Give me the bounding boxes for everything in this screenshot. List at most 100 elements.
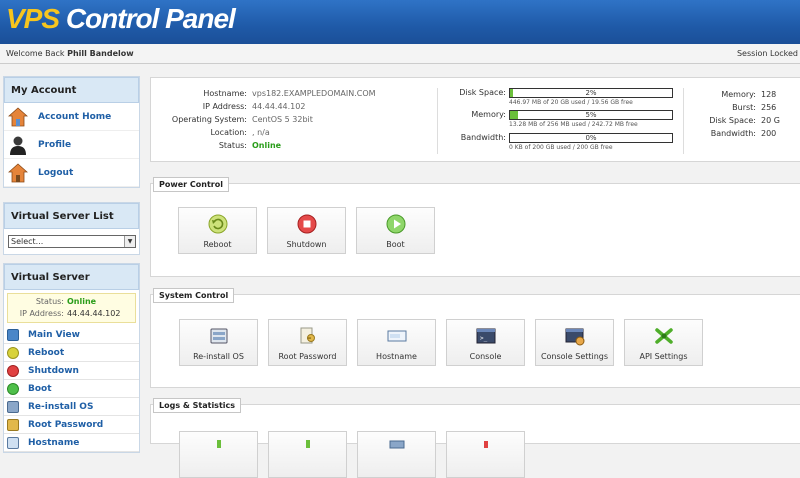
logout-icon: [7, 162, 29, 183]
console-settings-button[interactable]: Console Settings: [535, 319, 614, 366]
reboot-label: Reboot: [28, 347, 65, 358]
sidebar-item-profile[interactable]: Profile: [4, 131, 139, 159]
res-bandwidth-key: Bandwidth:: [710, 129, 756, 138]
reboot-tile-label: Reboot: [203, 240, 232, 249]
vs-ip-label: IP Address:: [19, 309, 64, 318]
api-settings-tile-label: API Settings: [639, 352, 688, 361]
server-select-value: Select...: [11, 237, 44, 246]
chart-icon: [476, 438, 496, 458]
bandwidth-label: Bandwidth:: [460, 133, 506, 142]
user-icon: [8, 135, 28, 155]
sidebar-item-hostname[interactable]: Hostname: [4, 434, 139, 452]
sidebar-item-reboot[interactable]: Reboot: [4, 344, 139, 362]
api-settings-button[interactable]: API Settings: [624, 319, 703, 366]
ip-row: IP Address: 44.44.44.102: [151, 102, 306, 111]
reboot-icon: [208, 214, 228, 234]
server-list-box: Virtual Server List Select... ▼: [3, 202, 140, 255]
api-icon: [654, 326, 674, 346]
logs-tile[interactable]: [357, 431, 436, 478]
hostname-icon: [387, 326, 407, 346]
virtual-server-heading: Virtual Server: [4, 264, 139, 290]
sidebar-item-root-password[interactable]: Root Password: [4, 416, 139, 434]
main-view-label: Main View: [28, 329, 80, 340]
sidebar-item-main-view[interactable]: Main View: [4, 326, 139, 344]
account-home-label: Account Home: [38, 111, 112, 122]
disk-space-detail: 446.97 MB of 20 GB used / 19.56 GB free: [509, 99, 633, 106]
hostname-row: Hostname: vps182.EXAMPLEDOMAIN.COM: [151, 89, 376, 98]
reboot-icon: [7, 346, 19, 359]
logs-tile[interactable]: [268, 431, 347, 478]
chevron-down-icon[interactable]: ▼: [124, 236, 135, 247]
vs-ip-value: 44.44.44.102: [67, 309, 121, 318]
boot-button[interactable]: Boot: [356, 207, 435, 254]
server-info-panel: Hostname: vps182.EXAMPLEDOMAIN.COM IP Add…: [150, 77, 800, 162]
server-select-wrap: Select... ▼: [4, 229, 139, 254]
disk-space-bar: 2%: [509, 88, 673, 98]
welcome-text: Welcome Back Phill Bandelow: [6, 49, 134, 58]
res-bandwidth-value: 200: [761, 129, 777, 138]
power-control-title: Power Control: [153, 177, 229, 192]
shutdown-tile-label: Shutdown: [286, 240, 327, 249]
sidebar-item-account-home[interactable]: Account Home: [4, 103, 139, 131]
system-control-section: System Control Re-install OS Root Passwo…: [150, 288, 800, 388]
stop-icon: [297, 214, 317, 234]
server-select[interactable]: Select... ▼: [8, 235, 136, 248]
console-settings-icon: [565, 326, 585, 346]
res-disk-value: 20 G: [761, 116, 780, 125]
sidebar-item-shutdown[interactable]: Shutdown: [4, 362, 139, 380]
sidebar-item-boot[interactable]: Boot: [4, 380, 139, 398]
res-burst-row: Burst: 256: [706, 103, 776, 112]
reinstall-os-label: Re-install OS: [28, 401, 94, 412]
os-key: Operating System:: [171, 115, 247, 124]
root-password-tile-label: Root Password: [278, 352, 337, 361]
vs-status-label: Status:: [35, 297, 64, 306]
my-account-heading: My Account: [4, 77, 139, 103]
logs-tile[interactable]: [446, 431, 525, 478]
reboot-button[interactable]: Reboot: [178, 207, 257, 254]
hostname-value: vps182.EXAMPLEDOMAIN.COM: [252, 89, 376, 98]
location-row: Location: , n/a: [151, 128, 270, 137]
console-settings-tile-label: Console Settings: [540, 352, 609, 361]
hostname-label: Hostname: [28, 437, 80, 448]
memory-percent: 5%: [585, 111, 597, 119]
status-value: Online: [252, 141, 282, 150]
divider: [683, 88, 684, 154]
root-password-button[interactable]: Root Password: [268, 319, 347, 366]
console-button[interactable]: >_ Console: [446, 319, 525, 366]
reinstall-os-button[interactable]: Re-install OS: [179, 319, 258, 366]
sidebar: My Account Account Home Profile Logout V…: [3, 76, 140, 453]
virtual-server-box: Virtual Server Status: Online IP Address:…: [3, 263, 140, 453]
res-memory-row: Memory: 128: [706, 90, 776, 99]
os-value: CentOS 5 32bit: [252, 115, 313, 124]
app-logo[interactable]: VPS Control Panel: [6, 3, 236, 35]
res-memory-value: 128: [761, 90, 777, 99]
house-icon: [7, 106, 29, 127]
hostname-icon: [7, 436, 19, 449]
sidebar-item-reinstall-os[interactable]: Re-install OS: [4, 398, 139, 416]
vs-status-value: Online: [67, 297, 97, 306]
hostname-key: Hostname:: [203, 89, 247, 98]
status-key: Status:: [218, 141, 247, 150]
reinstall-os-tile-label: Re-install OS: [193, 352, 244, 361]
play-icon: [386, 214, 406, 234]
key-icon: [7, 418, 19, 431]
console-tile-label: Console: [469, 352, 502, 361]
sidebar-item-logout[interactable]: Logout: [4, 159, 139, 187]
location-value: , n/a: [252, 128, 270, 137]
window-icon: [7, 328, 19, 341]
logs-tile[interactable]: [179, 431, 258, 478]
welcome-bar: Welcome Back Phill Bandelow Session Lock…: [0, 44, 800, 64]
os-row: Operating System: CentOS 5 32bit: [151, 115, 313, 124]
hostname-button[interactable]: Hostname: [357, 319, 436, 366]
bandwidth-bar: 0%: [509, 133, 673, 143]
disk-space-percent: 2%: [585, 89, 597, 97]
shutdown-button[interactable]: Shutdown: [267, 207, 346, 254]
terminal-icon: >_: [476, 326, 496, 346]
hostname-tile-label: Hostname: [376, 352, 417, 361]
ip-value: 44.44.44.102: [252, 102, 306, 111]
shutdown-label: Shutdown: [28, 365, 79, 376]
bandwidth-detail: 0 KB of 200 GB used / 200 GB free: [509, 144, 613, 151]
logs-statistics-section: Logs & Statistics: [150, 398, 800, 478]
session-locked-link[interactable]: Session Locked: [737, 44, 798, 64]
header-banner: VPS Control Panel: [0, 0, 800, 44]
